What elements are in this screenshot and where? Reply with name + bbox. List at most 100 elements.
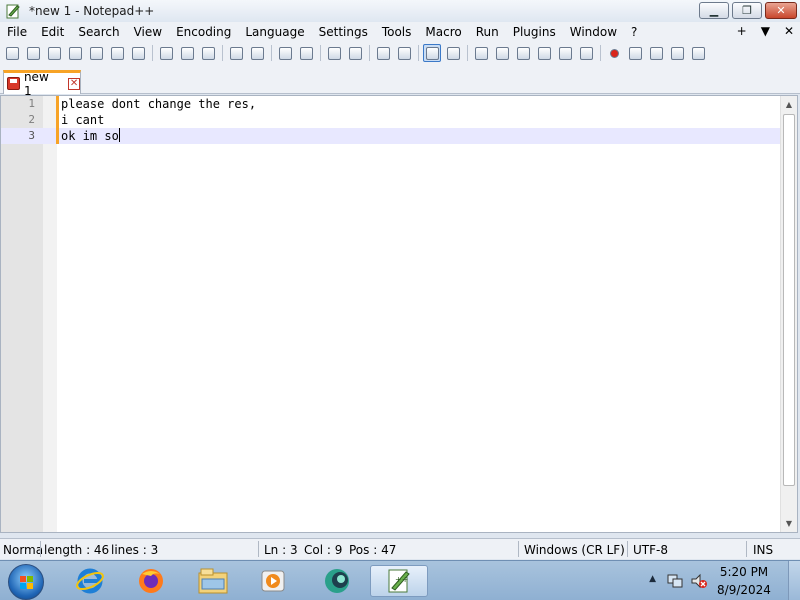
toolbar	[0, 42, 800, 64]
vertical-scrollbar[interactable]: ▲ ▼	[780, 96, 797, 532]
menu-encoding[interactable]: Encoding	[169, 25, 238, 39]
menu-search[interactable]: Search	[71, 25, 126, 39]
show-hidden-icons-arrow-icon[interactable]: ▲	[649, 574, 656, 584]
menu-settings[interactable]: Settings	[312, 25, 375, 39]
print-icon[interactable]	[129, 44, 147, 62]
zoom-in-icon[interactable]	[325, 44, 343, 62]
sync-horizontal-icon[interactable]	[395, 44, 413, 62]
save-icon[interactable]	[45, 44, 63, 62]
line-text: ok im so	[61, 129, 119, 143]
toolbar-separator	[467, 45, 468, 61]
save-all-icon[interactable]	[66, 44, 84, 62]
show-all-characters-icon[interactable]	[444, 44, 462, 62]
menu-run[interactable]: Run	[469, 25, 506, 39]
run-macro-multiple-icon[interactable]	[668, 44, 686, 62]
editor-line[interactable]: 1 please dont change the res,	[1, 96, 780, 112]
show-desktop-button[interactable]	[788, 561, 800, 600]
app-icon	[325, 569, 349, 593]
folder-as-workspace-icon[interactable]	[556, 44, 574, 62]
redo-icon[interactable]	[248, 44, 266, 62]
tab-list-dropdown[interactable]: ▼	[761, 24, 770, 38]
status-encoding[interactable]: UTF-8	[633, 543, 668, 557]
open-file-icon[interactable]	[24, 44, 42, 62]
taskbar-app[interactable]	[315, 565, 359, 597]
toolbar-separator	[600, 45, 601, 61]
taskbar-internet-explorer[interactable]	[68, 565, 112, 597]
line-text-current: ok im so	[61, 128, 120, 144]
function-list-icon[interactable]	[535, 44, 553, 62]
close-icon[interactable]	[87, 44, 105, 62]
menu-plugins[interactable]: Plugins	[506, 25, 563, 39]
monitoring-icon[interactable]	[577, 44, 595, 62]
paste-icon[interactable]	[199, 44, 217, 62]
start-button[interactable]	[8, 564, 44, 600]
copy-icon[interactable]	[178, 44, 196, 62]
menu-window[interactable]: Window	[563, 25, 624, 39]
menu-file[interactable]: File	[0, 25, 34, 39]
taskbar-media-player[interactable]	[251, 565, 295, 597]
taskbar-firefox[interactable]	[129, 565, 173, 597]
tab-bar: new 1 ✕	[0, 64, 800, 98]
minimize-button[interactable]: ▁	[699, 2, 729, 19]
clock-date[interactable]: 8/9/2024	[714, 583, 774, 597]
maximize-button[interactable]: ❐	[732, 2, 762, 19]
media-player-icon	[261, 570, 285, 592]
record-macro-icon[interactable]	[605, 44, 623, 62]
menu-help[interactable]: ?	[624, 25, 644, 39]
tab-new-1[interactable]: new 1 ✕	[3, 70, 81, 98]
volume-muted-icon[interactable]	[690, 572, 708, 590]
close-all-icon[interactable]	[108, 44, 126, 62]
menu-view[interactable]: View	[127, 25, 169, 39]
line-number: 1	[28, 97, 35, 110]
zoom-out-icon[interactable]	[346, 44, 364, 62]
status-insert-mode[interactable]: INS	[753, 543, 773, 557]
toolbar-separator	[418, 45, 419, 61]
replace-icon[interactable]	[297, 44, 315, 62]
menu-language[interactable]: Language	[238, 25, 311, 39]
stop-macro-icon[interactable]	[626, 44, 644, 62]
status-divider	[40, 541, 41, 557]
taskbar: ++ ▲ 5:20 PM 8/9/2024	[0, 560, 800, 600]
status-divider	[258, 541, 259, 557]
status-language: Norma	[3, 543, 44, 557]
minimize-icon: ▁	[709, 4, 719, 17]
toolbar-separator	[369, 45, 370, 61]
save-macro-icon[interactable]	[689, 44, 707, 62]
editor-line[interactable]: 2 i cant	[1, 112, 780, 128]
status-lines: lines : 3	[111, 543, 159, 557]
undo-icon[interactable]	[227, 44, 245, 62]
svg-text:++: ++	[395, 575, 408, 584]
status-divider	[627, 541, 628, 557]
close-document-button[interactable]: ✕	[784, 24, 794, 38]
menu-tools[interactable]: Tools	[375, 25, 419, 39]
indent-guide-icon[interactable]	[472, 44, 490, 62]
tab-close-icon[interactable]: ✕	[68, 77, 80, 90]
line-number: 2	[28, 113, 35, 126]
taskbar-file-explorer[interactable]	[191, 565, 235, 597]
network-icon[interactable]	[666, 572, 684, 590]
taskbar-notepad-plus-plus[interactable]: ++	[370, 565, 428, 597]
scroll-up-arrow-icon[interactable]: ▲	[781, 96, 797, 113]
scrollbar-thumb[interactable]	[783, 114, 795, 486]
sync-vertical-icon[interactable]	[374, 44, 392, 62]
status-eol[interactable]: Windows (CR LF)	[524, 543, 625, 557]
status-line-number: Ln : 3	[264, 543, 298, 557]
new-file-icon[interactable]	[3, 44, 21, 62]
editor-line-current[interactable]: 3 ok im so	[1, 128, 780, 144]
word-wrap-icon[interactable]	[423, 44, 441, 62]
menu-edit[interactable]: Edit	[34, 25, 71, 39]
menu-macro[interactable]: Macro	[418, 25, 468, 39]
editor[interactable]: 1 please dont change the res, 2 i cant 3…	[0, 95, 798, 533]
scroll-down-arrow-icon[interactable]: ▼	[781, 515, 797, 532]
clock-time[interactable]: 5:20 PM	[714, 565, 774, 579]
document-map-icon[interactable]	[514, 44, 532, 62]
toolbar-separator	[320, 45, 321, 61]
close-button[interactable]: ✕	[765, 2, 797, 19]
user-defined-language-icon[interactable]	[493, 44, 511, 62]
toolbar-separator	[152, 45, 153, 61]
fold-margin[interactable]	[43, 96, 57, 532]
find-icon[interactable]	[276, 44, 294, 62]
new-tab-button[interactable]: +	[737, 24, 747, 38]
cut-icon[interactable]	[157, 44, 175, 62]
play-macro-icon[interactable]	[647, 44, 665, 62]
